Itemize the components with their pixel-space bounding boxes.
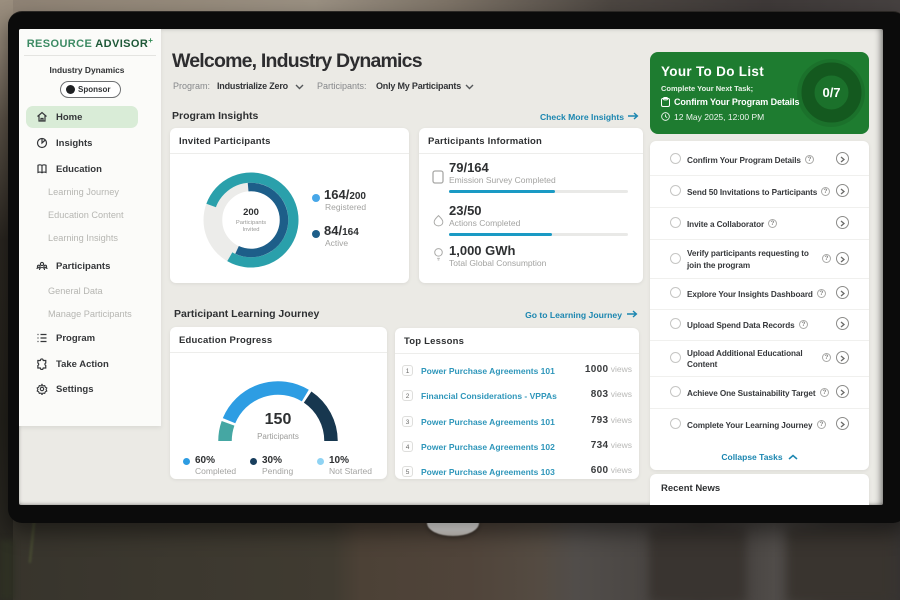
svg-text:Invited: Invited bbox=[242, 227, 259, 233]
svg-text:Participants: Participants bbox=[236, 220, 266, 226]
svg-text:0/7: 0/7 bbox=[822, 85, 840, 100]
svg-text:200: 200 bbox=[243, 207, 259, 218]
